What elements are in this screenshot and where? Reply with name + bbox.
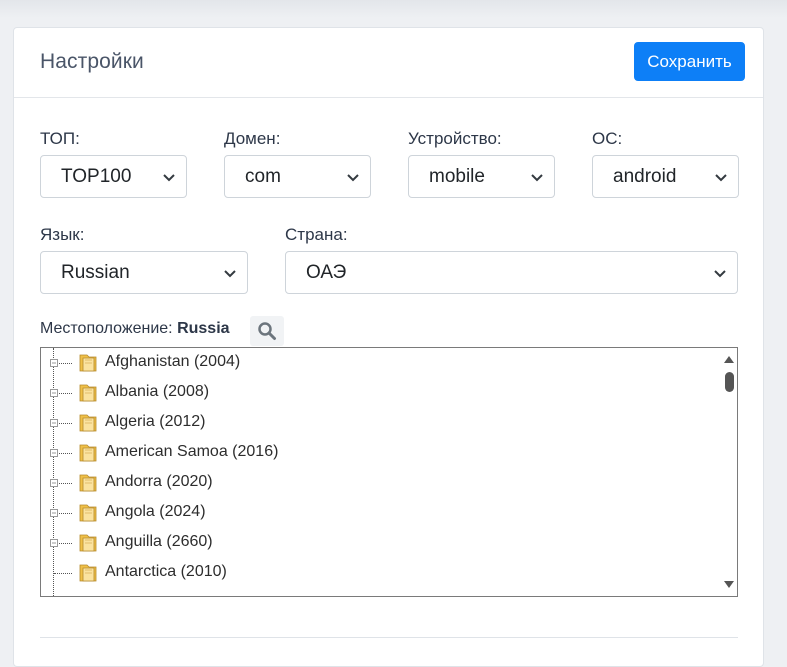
- chevron-down-icon: [224, 270, 236, 278]
- device-select[interactable]: mobile: [408, 155, 555, 198]
- location-search-button[interactable]: [250, 316, 284, 346]
- country-select[interactable]: ОАЭ: [285, 251, 738, 294]
- scroll-down-icon[interactable]: [724, 580, 734, 590]
- domain-label: Домен:: [224, 129, 281, 148]
- chevron-down-icon: [163, 174, 175, 182]
- search-icon: [258, 322, 276, 340]
- tree-item[interactable]: Afghanistan (2004): [41, 348, 721, 378]
- page-title: Настройки: [40, 50, 144, 73]
- os-select[interactable]: android: [592, 155, 739, 198]
- folder-icon: [79, 504, 97, 522]
- expand-icon[interactable]: [50, 449, 58, 457]
- folder-icon: [79, 444, 97, 462]
- folder-icon: [79, 534, 97, 552]
- settings-card: Настройки Сохранить ТОП: TOP100 Домен: c…: [13, 27, 764, 667]
- language-select-value: Russian: [61, 261, 130, 283]
- chevron-down-icon: [715, 174, 727, 182]
- tree-item-label: Anguilla (2660): [105, 533, 213, 550]
- tree-item-label: Afghanistan (2004): [105, 353, 241, 370]
- country-label: Страна:: [285, 225, 348, 244]
- expand-icon[interactable]: [50, 419, 58, 427]
- chevron-down-icon: [531, 174, 543, 182]
- location-label: Местоположение: Russia: [40, 320, 230, 338]
- expand-icon[interactable]: [50, 359, 58, 367]
- os-label: ОС:: [592, 129, 623, 148]
- tree-scrollbar[interactable]: [721, 348, 737, 596]
- domain-select[interactable]: com: [224, 155, 371, 198]
- location-value: Russia: [177, 320, 230, 337]
- tree-item-label: American Samoa (2016): [105, 443, 279, 460]
- location-tree[interactable]: Afghanistan (2004) Albania (2008) Algeria …: [40, 347, 738, 597]
- tree-item-label: Algeria (2012): [105, 413, 206, 430]
- tree-item-label: Angola (2024): [105, 503, 206, 520]
- tree-item[interactable]: American Samoa (2016): [41, 438, 721, 468]
- tree-item[interactable]: Antarctica (2010): [41, 558, 721, 588]
- folder-icon: [79, 354, 97, 372]
- chevron-down-icon: [347, 174, 359, 182]
- scroll-thumb[interactable]: [725, 372, 734, 392]
- tree-item[interactable]: Angola (2024): [41, 498, 721, 528]
- tree-item[interactable]: Anguilla (2660): [41, 528, 721, 558]
- save-button[interactable]: Сохранить: [634, 42, 745, 81]
- footer-divider: [40, 637, 738, 638]
- country-select-value: ОАЭ: [306, 261, 347, 283]
- folder-icon: [79, 474, 97, 492]
- language-select[interactable]: Russian: [40, 251, 248, 294]
- folder-icon: [79, 384, 97, 402]
- chevron-down-icon: [714, 270, 726, 278]
- top-select[interactable]: TOP100: [40, 155, 187, 198]
- tree-item[interactable]: Algeria (2012): [41, 408, 721, 438]
- domain-select-value: com: [245, 165, 281, 187]
- tree-branch-line: [54, 573, 72, 574]
- expand-icon[interactable]: [50, 479, 58, 487]
- folder-icon: [79, 414, 97, 432]
- expand-icon[interactable]: [50, 389, 58, 397]
- folder-icon: [79, 564, 97, 582]
- tree-item[interactable]: Andorra (2020): [41, 468, 721, 498]
- tree-item[interactable]: Albania (2008): [41, 378, 721, 408]
- scroll-up-icon[interactable]: [724, 354, 734, 364]
- tree-item-label: Albania (2008): [105, 383, 210, 400]
- tree-item-label: Andorra (2020): [105, 473, 213, 490]
- device-select-value: mobile: [429, 165, 485, 187]
- expand-icon[interactable]: [50, 509, 58, 517]
- top-label: ТОП:: [40, 129, 80, 148]
- language-label: Язык:: [40, 225, 85, 244]
- top-select-value: TOP100: [61, 165, 132, 187]
- device-label: Устройство:: [408, 129, 502, 148]
- top-bar: [0, 0, 787, 18]
- card-header: Настройки Сохранить: [14, 28, 763, 98]
- os-select-value: android: [613, 165, 677, 187]
- location-label-text: Местоположение:: [40, 320, 173, 337]
- tree-item-label: Antarctica (2010): [105, 563, 227, 580]
- expand-icon[interactable]: [50, 539, 58, 547]
